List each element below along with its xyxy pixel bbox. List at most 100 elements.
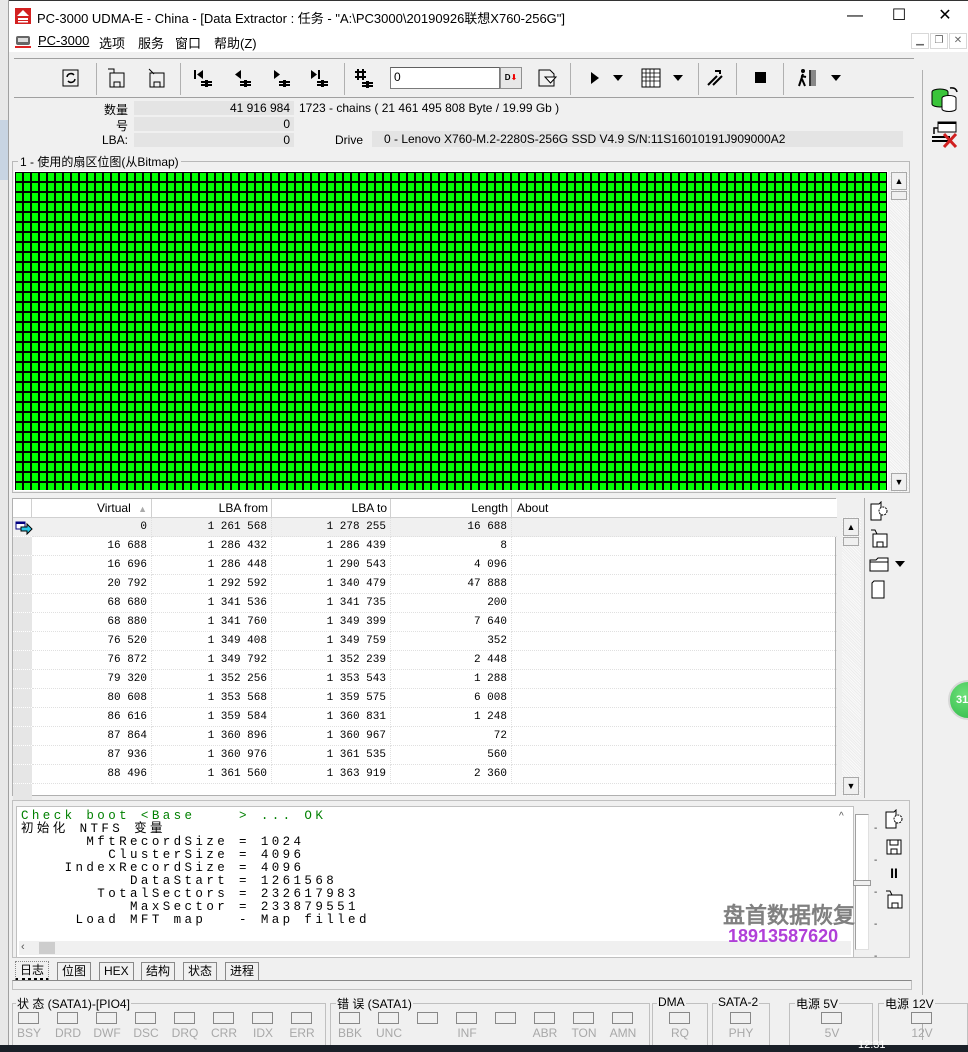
- table-scroll-down-button[interactable]: ▼: [843, 777, 859, 795]
- minimize-button[interactable]: —: [832, 5, 878, 29]
- last-record-icon[interactable]: [306, 65, 332, 91]
- cell-virtual: 76 520: [32, 632, 152, 651]
- log-hscroll-thumb[interactable]: [39, 942, 55, 954]
- row-indicator[interactable]: [13, 765, 32, 784]
- header-about[interactable]: About: [512, 499, 837, 518]
- header-lba-from[interactable]: LBA from: [152, 499, 272, 518]
- row-indicator[interactable]: [13, 651, 32, 670]
- filter-icon[interactable]: [534, 65, 560, 91]
- close-task-icon[interactable]: [930, 120, 960, 150]
- status-led-label: 5V: [824, 1026, 840, 1040]
- table-row[interactable]: 68 880 1 341 760 1 349 399 7 640: [13, 613, 837, 632]
- prev-record-icon[interactable]: [229, 65, 255, 91]
- grid-dropdown-icon[interactable]: [671, 65, 685, 91]
- table-row[interactable]: 87 864 1 360 896 1 360 967 72: [13, 727, 837, 746]
- table-row[interactable]: 16 696 1 286 448 1 290 543 4 096: [13, 556, 837, 575]
- row-indicator[interactable]: [13, 537, 32, 556]
- table-scroll-up-button[interactable]: ▲: [843, 518, 859, 536]
- log-export-icon[interactable]: [883, 888, 905, 910]
- refresh-disk-icon[interactable]: [58, 65, 84, 91]
- table-save-icon[interactable]: [868, 527, 890, 549]
- table-row[interactable]: 20 792 1 292 592 1 340 479 47 888: [13, 575, 837, 594]
- menu-window[interactable]: 窗口: [175, 33, 201, 52]
- mdi-minimize-button[interactable]: ▁: [911, 33, 929, 49]
- tab-log[interactable]: 日志: [15, 961, 50, 981]
- log-scroll-left-icon[interactable]: ‹: [21, 941, 25, 953]
- play-icon[interactable]: [582, 65, 608, 91]
- next-record-icon[interactable]: [268, 65, 294, 91]
- close-button[interactable]: ✕: [922, 5, 968, 29]
- log-settings-icon[interactable]: [883, 808, 905, 830]
- log-horizontal-scrollbar[interactable]: ‹: [19, 941, 851, 955]
- first-record-icon[interactable]: [190, 65, 216, 91]
- row-indicator[interactable]: [13, 708, 32, 727]
- load-import-icon[interactable]: [143, 65, 169, 91]
- table-scrollbar[interactable]: ▲ ▼: [842, 517, 861, 796]
- current-row-indicator[interactable]: [13, 518, 33, 537]
- tab-hex[interactable]: HEX: [99, 962, 134, 980]
- open-folder-dropdown-icon[interactable]: [893, 553, 907, 575]
- grid-view-icon[interactable]: [638, 65, 664, 91]
- header-lba-to[interactable]: LBA to: [272, 499, 391, 518]
- header-length[interactable]: Length: [391, 499, 512, 518]
- goto-number-icon[interactable]: [351, 65, 377, 91]
- new-settings-icon[interactable]: [868, 500, 890, 522]
- table-row[interactable]: 76 520 1 349 408 1 349 759 352: [13, 632, 837, 651]
- tools-icon[interactable]: [702, 65, 728, 91]
- menu-options[interactable]: 选项: [99, 33, 125, 52]
- bitmap-scroll-thumb[interactable]: [891, 191, 907, 200]
- row-indicator[interactable]: [13, 689, 32, 708]
- new-document-icon[interactable]: [868, 578, 890, 600]
- header-virtual[interactable]: Virtual ▲: [32, 499, 152, 518]
- bitmap-scroll-down-button[interactable]: ▼: [891, 473, 907, 491]
- table-row[interactable]: 86 616 1 359 584 1 360 831 1 248: [13, 708, 837, 727]
- status-led: [730, 1012, 751, 1024]
- tab-process[interactable]: 进程: [225, 962, 260, 980]
- log-save-icon[interactable]: [883, 836, 905, 858]
- row-indicator[interactable]: [13, 670, 32, 689]
- mdi-restore-button[interactable]: ❐: [930, 33, 948, 49]
- play-dropdown-icon[interactable]: [611, 65, 625, 91]
- tab-bitmap[interactable]: 位图: [57, 962, 92, 980]
- row-indicator[interactable]: [13, 632, 32, 651]
- menu-service[interactable]: 服务: [138, 33, 164, 52]
- table-row[interactable]: 76 872 1 349 792 1 352 239 2 448: [13, 651, 837, 670]
- table-row[interactable]: 88 496 1 361 560 1 363 919 2 360: [13, 765, 837, 784]
- row-indicator[interactable]: [13, 556, 32, 575]
- stop-icon[interactable]: [748, 65, 774, 91]
- maximize-button[interactable]: ☐: [876, 5, 922, 29]
- log-pause-icon[interactable]: II: [883, 862, 905, 884]
- log-speed-slider-thumb[interactable]: [853, 880, 871, 886]
- exit-dropdown-icon[interactable]: [829, 65, 843, 91]
- database-copy-icon[interactable]: [930, 84, 960, 114]
- menu-help[interactable]: 帮助(Z): [214, 33, 257, 52]
- mdi-close-button[interactable]: ✕: [949, 33, 967, 49]
- table-row[interactable]: 87 936 1 360 976 1 361 535 560: [13, 746, 837, 765]
- tab-status[interactable]: 状态: [183, 962, 218, 980]
- row-indicator[interactable]: [13, 613, 32, 632]
- bitmap-scroll-up-button[interactable]: ▲: [891, 172, 907, 190]
- table-row[interactable]: 16 688 1 286 432 1 286 439 8: [13, 537, 837, 556]
- table-row[interactable]: 68 680 1 341 536 1 341 735 200: [13, 594, 837, 613]
- floating-badge[interactable]: 31: [948, 680, 968, 720]
- row-indicator[interactable]: [13, 727, 32, 746]
- open-folder-icon[interactable]: [868, 553, 890, 575]
- direction-d-button[interactable]: D⬇: [500, 67, 522, 89]
- cell-lba-to: 1 352 239: [272, 651, 391, 670]
- table-row[interactable]: 01 261 568 1 278 255 16 688: [13, 518, 837, 537]
- log-scroll-up-icon[interactable]: ^: [839, 811, 844, 822]
- row-indicator[interactable]: [13, 594, 32, 613]
- row-indicator[interactable]: [13, 746, 32, 765]
- bitmap-scrollbar[interactable]: ▲ ▼: [890, 171, 909, 492]
- sector-bitmap[interactable]: [14, 171, 888, 491]
- status-led-label: 12V: [911, 1026, 933, 1040]
- table-row[interactable]: 80 608 1 353 568 1 359 575 6 008: [13, 689, 837, 708]
- tab-structure[interactable]: 结构: [141, 962, 176, 980]
- exit-run-icon[interactable]: [794, 65, 820, 91]
- row-indicator[interactable]: [13, 575, 32, 594]
- table-scroll-thumb[interactable]: [843, 537, 859, 546]
- save-export-icon[interactable]: [104, 65, 130, 91]
- menu-pc3000[interactable]: PC-3000: [38, 33, 89, 48]
- lba-goto-input[interactable]: 0: [390, 67, 500, 89]
- table-row[interactable]: 79 320 1 352 256 1 353 543 1 288: [13, 670, 837, 689]
